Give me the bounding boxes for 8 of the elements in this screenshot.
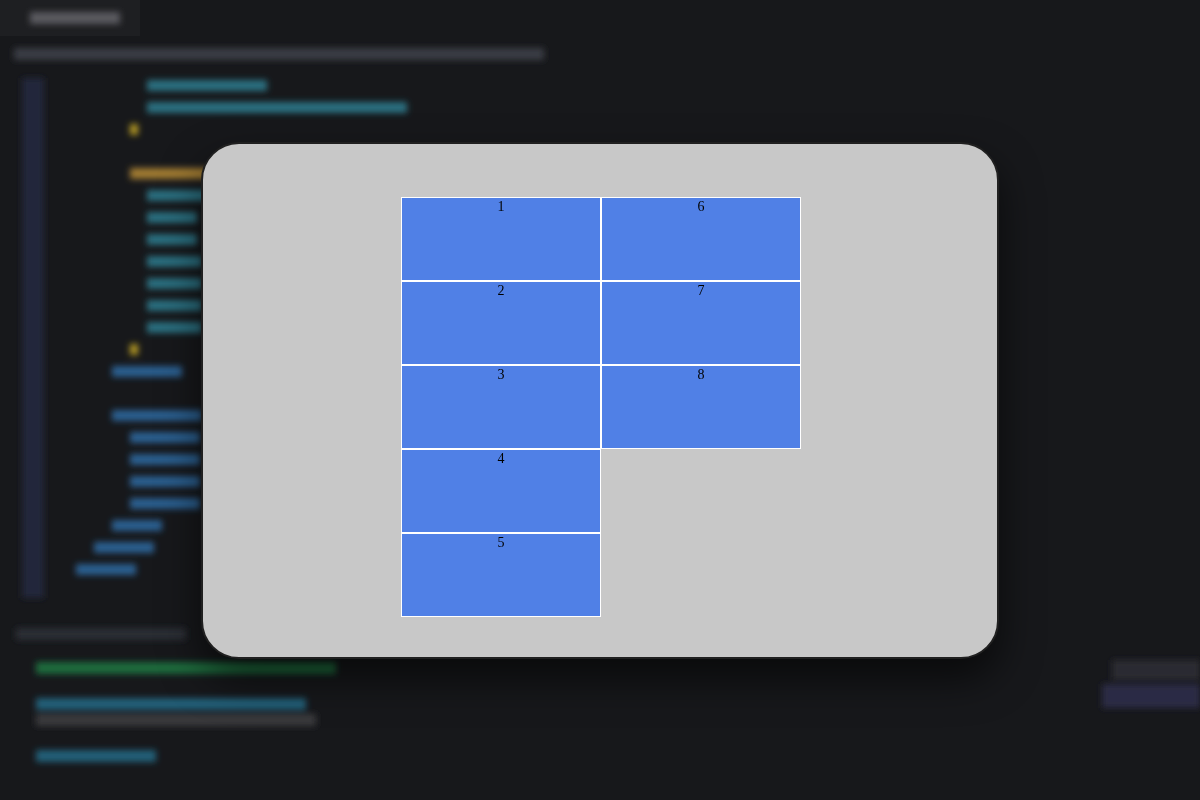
flex-child: 7 [601, 281, 801, 365]
flex-child: 8 [601, 365, 801, 449]
flex-child: 5 [401, 533, 601, 617]
flex-child: 2 [401, 281, 601, 365]
flex-child: 1 [401, 197, 601, 281]
flex-child: 6 [601, 197, 801, 281]
flex-child: 3 [401, 365, 601, 449]
flex-child: 4 [401, 449, 601, 533]
